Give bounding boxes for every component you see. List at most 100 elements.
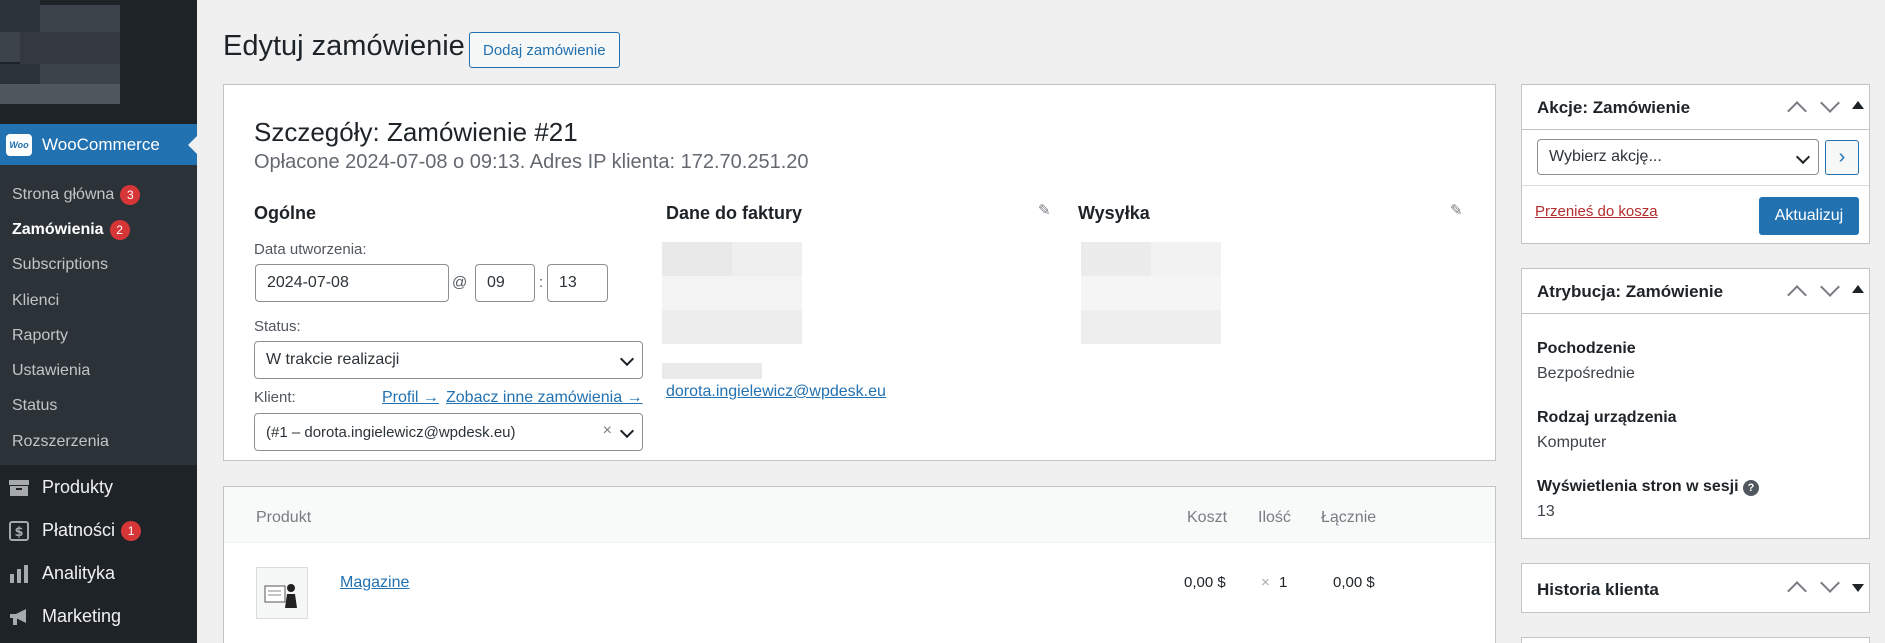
- shipping-address-pixelated: [1081, 242, 1221, 344]
- item-cost: 0,00 $: [1184, 574, 1226, 591]
- at-sign: @: [452, 274, 468, 291]
- order-action-select[interactable]: Wybierz akcję...: [1537, 139, 1819, 175]
- order-data-panel: Szczegóły: Zamówienie #21 Opłacone 2024-…: [223, 84, 1496, 461]
- submenu-item-label: Rozszerzenia: [12, 432, 109, 450]
- submenu-item-customers[interactable]: Klienci: [0, 283, 197, 318]
- submenu-item-label: Raporty: [12, 326, 69, 344]
- dollar-icon: $: [8, 520, 30, 541]
- pageviews-label: Wyświetlenia stron w sesji: [1537, 478, 1739, 495]
- general-section-title: Ogólne: [254, 203, 316, 223]
- clear-customer-icon[interactable]: ×: [603, 422, 612, 440]
- column-header-product: Produkt: [256, 509, 312, 526]
- order-meta: Opłacone 2024-07-08 o 09:13. Adres IP kl…: [254, 151, 809, 173]
- submenu-item-orders[interactable]: Zamówienia 2: [0, 212, 197, 247]
- submenu-item-label: Strona główna: [12, 185, 115, 203]
- update-button[interactable]: Aktualizuj: [1759, 197, 1859, 235]
- move-up-icon[interactable]: [1787, 101, 1807, 121]
- archive-icon: [8, 478, 30, 498]
- column-header-qty: Ilość: [1258, 509, 1291, 526]
- order-actions-panel: Akcje: Zamówienie Wybierz akcję... › Prz…: [1521, 84, 1870, 244]
- menu-marketing[interactable]: Marketing: [0, 595, 197, 638]
- submenu-item-extensions[interactable]: Rozszerzenia: [0, 424, 197, 459]
- megaphone-icon: [8, 607, 30, 627]
- trash-link[interactable]: Przenieś do kosza: [1535, 203, 1658, 220]
- menu-analytics[interactable]: Analityka: [0, 552, 197, 595]
- submenu-item-settings[interactable]: Ustawienia: [0, 353, 197, 388]
- site-logo-pixelated: [0, 0, 197, 124]
- product-name-link[interactable]: Magazine: [340, 574, 409, 592]
- date-created-input[interactable]: 2024-07-08: [255, 264, 449, 302]
- order-attribution-panel: Atrybucja: Zamówienie Pochodzenie Bezpoś…: [1521, 268, 1870, 539]
- origin-label: Pochodzenie: [1537, 340, 1636, 357]
- status-select-value: W trakcie realizacji: [266, 351, 400, 368]
- collapse-icon[interactable]: [1852, 101, 1864, 109]
- item-qty: 1: [1279, 574, 1288, 591]
- time-colon: :: [539, 274, 544, 291]
- customer-select-value: (#1 – dorota.ingielewicz@wpdesk.eu): [266, 423, 516, 441]
- menu-label: Analityka: [42, 563, 116, 583]
- customer-history-panel: Historia klienta: [1521, 563, 1870, 613]
- status-label: Status:: [254, 318, 301, 335]
- help-icon[interactable]: ?: [1743, 480, 1759, 496]
- column-header-cost: Koszt: [1187, 509, 1228, 526]
- panel-title: Atrybucja: Zamówienie: [1537, 282, 1724, 301]
- device-value: Komputer: [1537, 434, 1607, 451]
- woocommerce-logo-icon: Woo: [6, 133, 32, 156]
- edit-billing-pencil-icon[interactable]: ✎: [1038, 201, 1051, 219]
- expand-icon[interactable]: [1852, 584, 1864, 592]
- billing-email-link[interactable]: dorota.ingielewicz@wpdesk.eu: [666, 383, 886, 401]
- order-heading: Szczegóły: Zamówienie #21: [254, 117, 578, 147]
- customer-select[interactable]: (#1 – dorota.ingielewicz@wpdesk.eu) ×: [254, 413, 643, 451]
- notification-badge: 2: [109, 219, 130, 240]
- order-action-select-value: Wybierz akcję...: [1549, 148, 1662, 165]
- add-order-button[interactable]: Dodaj zamówienie: [469, 32, 620, 68]
- bar-chart-icon: [8, 564, 30, 584]
- billing-section-title: Dane do faktury: [666, 203, 803, 223]
- panel-header: Atrybucja: Zamówienie: [1522, 269, 1869, 314]
- menu-label: Płatności: [42, 520, 116, 540]
- billing-address-pixelated: [662, 242, 802, 344]
- submenu-item-status[interactable]: Status: [0, 389, 197, 424]
- menu-label: Produkty: [42, 477, 114, 497]
- move-down-icon[interactable]: [1820, 93, 1840, 113]
- minute-input[interactable]: 13: [547, 264, 608, 302]
- hour-input[interactable]: 09: [475, 264, 535, 302]
- divider: [1522, 185, 1869, 186]
- menu-label: Marketing: [42, 606, 122, 626]
- chevron-down-icon: [619, 423, 635, 439]
- customer-profile-link[interactable]: Profil →: [382, 389, 439, 407]
- admin-sidebar: Woo WooCommerce Strona główna 3 Zamówien…: [0, 0, 197, 643]
- woocommerce-submenu: Strona główna 3 Zamówienia 2 Subscriptio…: [0, 165, 197, 465]
- chevron-down-icon: [1795, 149, 1811, 165]
- svg-text:$: $: [14, 525, 23, 540]
- submenu-item-reports[interactable]: Raporty: [0, 318, 197, 353]
- status-select[interactable]: W trakcie realizacji: [254, 341, 643, 379]
- pageviews-value: 13: [1537, 503, 1555, 520]
- menu-woocommerce[interactable]: Woo WooCommerce: [0, 124, 197, 165]
- menu-products[interactable]: Produkty: [0, 466, 197, 509]
- column-header-total: Łącznie: [1321, 509, 1377, 526]
- notification-badge: 1: [121, 520, 142, 541]
- move-up-icon[interactable]: [1787, 285, 1807, 305]
- panel-title: Akcje: Zamówienie: [1537, 98, 1691, 117]
- move-down-icon[interactable]: [1820, 573, 1840, 593]
- edit-shipping-pencil-icon[interactable]: ✎: [1450, 201, 1463, 219]
- customer-label: Klient:: [254, 389, 296, 406]
- billing-extra-pixelated: [662, 363, 762, 379]
- date-created-label: Data utworzenia:: [254, 241, 367, 258]
- apply-action-button[interactable]: ›: [1825, 140, 1859, 175]
- device-label: Rodzaj urządzenia: [1537, 409, 1677, 426]
- submenu-item-subscriptions[interactable]: Subscriptions: [0, 248, 197, 283]
- menu-payments[interactable]: $ Płatności 1: [0, 509, 197, 552]
- other-orders-link[interactable]: Zobacz inne zamówienia →: [446, 389, 643, 407]
- move-up-icon[interactable]: [1787, 581, 1807, 601]
- submenu-item-label: Klienci: [12, 291, 60, 309]
- items-table-header: Produkt Koszt Ilość Łącznie: [224, 487, 1495, 543]
- submenu-item-home[interactable]: Strona główna 3: [0, 177, 197, 212]
- qty-multiply-sign: ×: [1261, 574, 1270, 591]
- shipping-section-title: Wysyłka: [1078, 203, 1150, 223]
- chevron-down-icon: [619, 351, 635, 367]
- collapse-icon[interactable]: [1852, 285, 1864, 293]
- product-thumbnail[interactable]: [256, 567, 308, 619]
- move-down-icon[interactable]: [1820, 277, 1840, 297]
